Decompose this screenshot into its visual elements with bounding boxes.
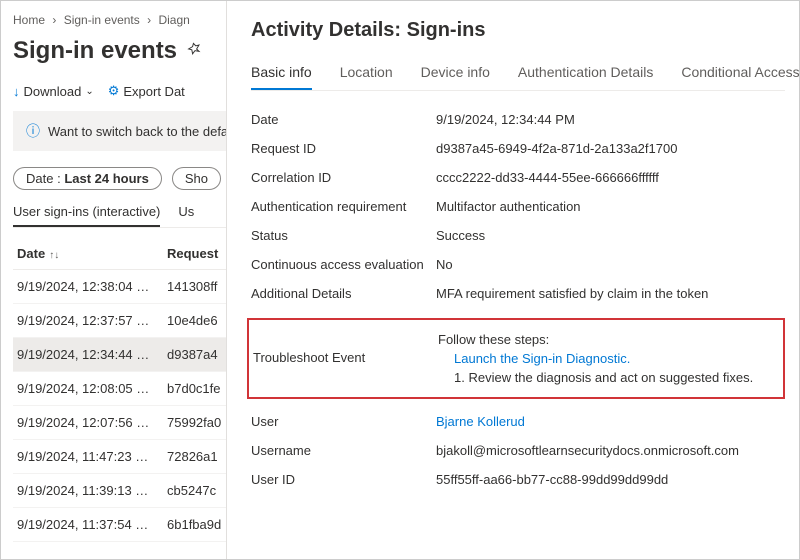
more-filter-pill[interactable]: Sho (172, 167, 221, 190)
label-user: User (251, 414, 436, 429)
chevron-right-icon: › (147, 13, 151, 27)
value-request-id: d9387a45-6949-4f2a-871d-2a133a2f1700 (436, 141, 677, 156)
page-title: Sign-in events (13, 37, 226, 65)
cell-date: 9/19/2024, 12:38:04 … (17, 279, 167, 294)
info-text: Want to switch back to the defa (48, 124, 226, 139)
cell-request: cb5247c (167, 483, 222, 498)
settings-icon: ⚙ (108, 83, 120, 99)
cell-date: 9/19/2024, 11:39:13 … (17, 483, 167, 498)
tab-user-signins-interactive[interactable]: User sign-ins (interactive) (13, 204, 160, 227)
value-status: Success (436, 228, 485, 243)
cell-date: 9/19/2024, 12:37:57 … (17, 313, 167, 328)
troubleshoot-steps: Follow these steps: Launch the Sign-in D… (438, 328, 753, 389)
tab-basic-info[interactable]: Basic info (251, 64, 312, 90)
detail-title: Activity Details: Sign-ins (251, 19, 785, 42)
table-row[interactable]: 9/19/2024, 12:07:56 …75992fa0 (13, 406, 226, 440)
pin-icon[interactable] (187, 41, 203, 62)
cell-request: d9387a4 (167, 347, 222, 362)
cell-date: 9/19/2024, 11:47:23 … (17, 449, 167, 464)
launch-diagnostic-link[interactable]: Launch the Sign-in Diagnostic. (454, 351, 753, 366)
value-date: 9/19/2024, 12:34:44 PM (436, 112, 575, 127)
cell-request: 10e4de6 (167, 313, 222, 328)
troubleshoot-follow: Follow these steps: (438, 332, 753, 347)
label-request-id: Request ID (251, 141, 436, 156)
sort-icon: ↑↓ (49, 250, 59, 261)
cell-request: 6b1fba9d (167, 517, 222, 532)
value-auth-requirement: Multifactor authentication (436, 199, 581, 214)
grid-body: 9/19/2024, 12:38:04 …141308ff9/19/2024, … (13, 270, 226, 542)
table-row[interactable]: 9/19/2024, 11:37:54 …6b1fba9d (13, 508, 226, 542)
label-user-id: User ID (251, 472, 436, 487)
detail-pane: Activity Details: Sign-ins Basic info Loc… (226, 1, 799, 559)
cell-request: 72826a1 (167, 449, 222, 464)
info-icon: ⓘ (26, 121, 40, 141)
label-cae: Continuous access evaluation (251, 257, 436, 272)
table-row[interactable]: 9/19/2024, 11:39:13 …cb5247c (13, 474, 226, 508)
value-username: bjakoll@microsoftlearnsecuritydocs.onmic… (436, 443, 739, 458)
label-username: Username (251, 443, 436, 458)
table-row[interactable]: 9/19/2024, 12:37:57 …10e4de6 (13, 304, 226, 338)
cell-date: 9/19/2024, 11:37:54 … (17, 517, 167, 532)
tab-authentication-details[interactable]: Authentication Details (518, 64, 653, 90)
table-row[interactable]: 9/19/2024, 11:47:23 …72826a1 (13, 440, 226, 474)
chevron-right-icon: › (52, 13, 56, 27)
left-pane: Home › Sign-in events › Diagn Sign-in ev… (1, 1, 226, 559)
tab-other[interactable]: Us (178, 204, 194, 227)
value-user-id: 55ff55ff-aa66-bb77-cc88-99dd99dd99dd (436, 472, 668, 487)
cell-date: 9/19/2024, 12:07:56 … (17, 415, 167, 430)
date-filter-pill[interactable]: Date : Last 24 hours (13, 167, 162, 190)
chevron-down-icon: ⌄ (85, 86, 93, 97)
tab-device-info[interactable]: Device info (421, 64, 490, 90)
label-correlation-id: Correlation ID (251, 170, 436, 185)
label-date: Date (251, 112, 436, 127)
label-auth-requirement: Authentication requirement (251, 199, 436, 214)
breadcrumb-signin[interactable]: Sign-in events (64, 13, 140, 27)
breadcrumb: Home › Sign-in events › Diagn (13, 13, 226, 27)
col-header-date[interactable]: Date↑↓ (17, 246, 167, 261)
table-row[interactable]: 9/19/2024, 12:34:44 …d9387a4 (13, 338, 226, 372)
toolbar: ↓ Download ⌄ ⚙ Export Dat (13, 83, 226, 99)
filter-row: Date : Last 24 hours Sho (13, 167, 226, 190)
info-banner: ⓘ Want to switch back to the defa (13, 111, 226, 151)
cell-request: b7d0c1fe (167, 381, 222, 396)
label-troubleshoot: Troubleshoot Event (249, 328, 438, 365)
breadcrumb-diag[interactable]: Diagn (158, 13, 189, 27)
download-icon: ↓ (13, 84, 20, 99)
troubleshoot-highlight: Troubleshoot Event Follow these steps: L… (247, 318, 785, 399)
label-status: Status (251, 228, 436, 243)
value-cae: No (436, 257, 453, 272)
value-correlation-id: cccc2222-dd33-4444-55ee-666666ffffff (436, 170, 659, 185)
label-additional-details: Additional Details (251, 286, 436, 301)
grid-header: Date↑↓ Request (13, 238, 226, 270)
value-user-link[interactable]: Bjarne Kollerud (436, 414, 525, 429)
col-header-request[interactable]: Request (167, 246, 222, 261)
cell-request: 75992fa0 (167, 415, 222, 430)
export-button[interactable]: ⚙ Export Dat (108, 83, 185, 99)
cell-request: 141308ff (167, 279, 222, 294)
cell-date: 9/19/2024, 12:34:44 … (17, 347, 167, 362)
breadcrumb-home[interactable]: Home (13, 13, 45, 27)
detail-tabs: Basic info Location Device info Authenticat… (251, 64, 785, 91)
sub-tabs: User sign-ins (interactive) Us (13, 204, 226, 228)
table-row[interactable]: 9/19/2024, 12:38:04 …141308ff (13, 270, 226, 304)
tab-location[interactable]: Location (340, 64, 393, 90)
value-additional-details: MFA requirement satisfied by claim in th… (436, 286, 708, 301)
cell-date: 9/19/2024, 12:08:05 … (17, 381, 167, 396)
tab-conditional-access[interactable]: Conditional Access (681, 64, 799, 90)
table-row[interactable]: 9/19/2024, 12:08:05 …b7d0c1fe (13, 372, 226, 406)
troubleshoot-step-1: 1. Review the diagnosis and act on sugge… (454, 370, 753, 385)
download-button[interactable]: ↓ Download ⌄ (13, 83, 94, 99)
